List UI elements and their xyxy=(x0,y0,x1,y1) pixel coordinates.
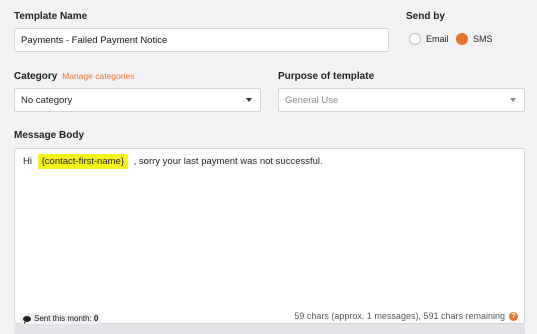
send-by-email-label: Email xyxy=(426,34,449,44)
caret-down-icon xyxy=(510,98,516,102)
template-name-value: Payments - Failed Payment Notice xyxy=(21,34,168,46)
sent-this-month-badge: Sent this month: 0 xyxy=(20,313,102,324)
template-name-label: Template Name xyxy=(14,11,88,22)
send-by-sms-label: SMS xyxy=(473,34,493,44)
message-text-after: , sorry your last payment was not succes… xyxy=(133,156,323,167)
purpose-label: Purpose of template xyxy=(278,71,375,82)
category-label-row: Category Manage categories xyxy=(14,71,134,82)
char-count-text: 59 chars (approx. 1 messages), 591 chars… xyxy=(294,311,505,321)
send-by-label: Send by xyxy=(406,11,445,22)
sent-this-month-label: Sent this month: xyxy=(34,314,92,323)
manage-categories-link[interactable]: Manage categories xyxy=(62,71,134,81)
message-body-label: Message Body xyxy=(14,130,85,141)
category-select[interactable]: No category xyxy=(14,88,261,112)
chat-bubble-icon xyxy=(23,315,31,324)
char-count: 59 chars (approx. 1 messages), 591 chars… xyxy=(294,311,518,321)
category-label: Category xyxy=(14,71,58,82)
sent-this-month-count: 0 xyxy=(93,314,99,323)
category-select-value: No category xyxy=(21,94,73,106)
template-name-input[interactable]: Payments - Failed Payment Notice xyxy=(14,28,389,52)
caret-down-icon xyxy=(246,98,252,102)
message-text-before: Hi xyxy=(23,156,32,167)
purpose-select-value: General Use xyxy=(285,94,339,106)
merge-tag[interactable]: {contact-first-name} xyxy=(37,154,128,169)
radio-checked-icon xyxy=(456,33,468,45)
question-icon[interactable]: ? xyxy=(509,311,518,321)
radio-unchecked-icon xyxy=(409,33,421,45)
purpose-select[interactable]: General Use xyxy=(278,88,525,112)
send-by-sms-radio[interactable]: SMS xyxy=(456,33,493,45)
message-body-textarea[interactable]: Hi {contact-first-name} , sorry your las… xyxy=(14,148,525,324)
send-by-email-radio[interactable]: Email xyxy=(409,33,449,45)
editor-toolbar-strip xyxy=(14,324,525,334)
message-body-text: Hi {contact-first-name} , sorry your las… xyxy=(23,154,323,169)
